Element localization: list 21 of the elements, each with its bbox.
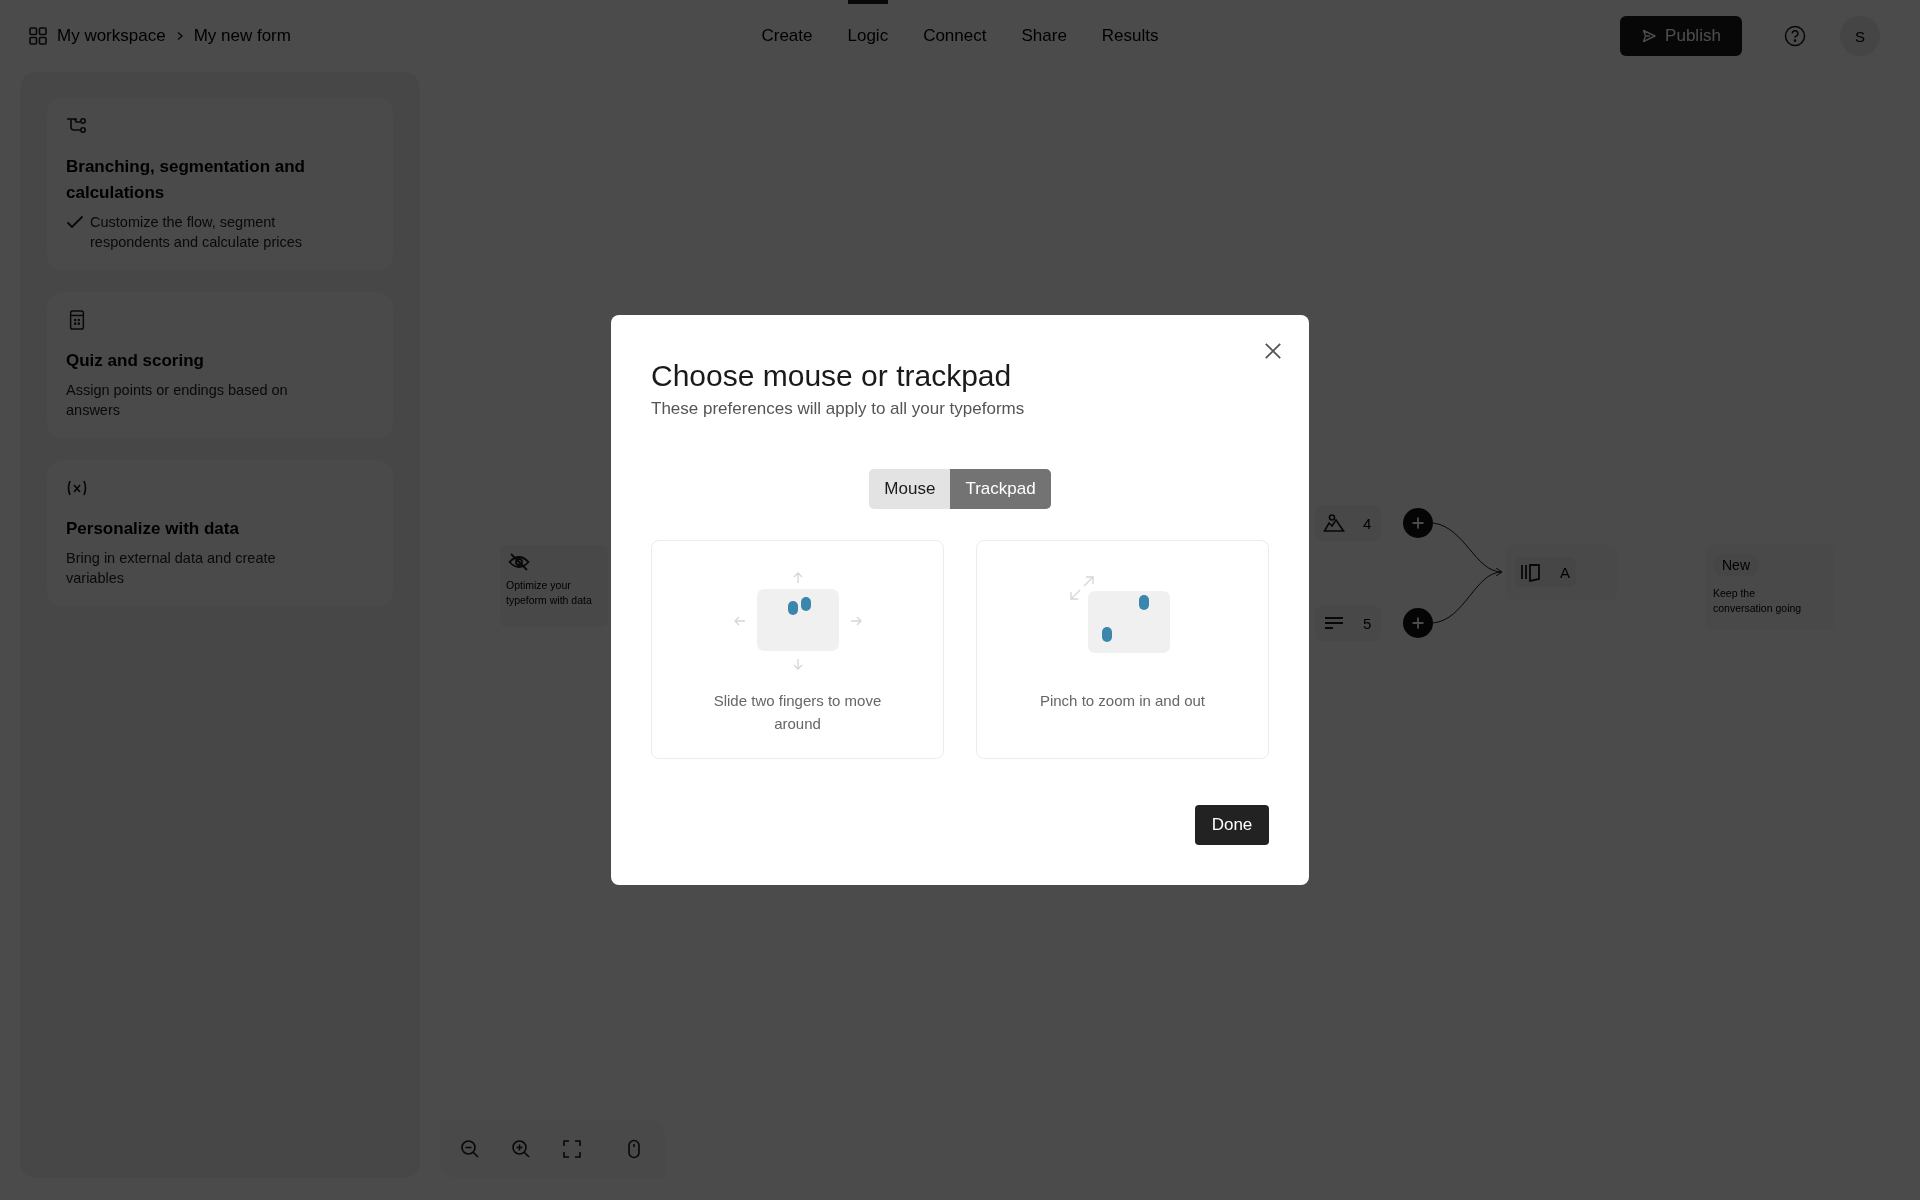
card-title: Branching, segmentation and calculations: [66, 156, 306, 204]
hint-text: Optimize your typeform with data: [506, 578, 593, 608]
breadcrumb-link[interactable]: My workspace: [57, 26, 166, 46]
card-title: Quiz and scoring: [66, 350, 205, 372]
gesture-caption: Slide two fingers to move around: [712, 691, 883, 734]
card-title: Personalize with data: [66, 518, 240, 540]
card-description: Bring in external data and create variables: [66, 549, 277, 588]
segment-option[interactable]: Mouse: [869, 469, 951, 509]
dialog-subtitle: These preferences will apply to all your typeforms: [651, 399, 1026, 419]
ending-text: Keep the conversation going: [1713, 586, 1803, 616]
card-description: Customize the flow, segment respondents and calculate prices: [90, 213, 303, 252]
question-number: 4: [1363, 514, 1372, 532]
question-number: 5: [1363, 614, 1372, 632]
card-description: Assign points or endings based on answers: [66, 381, 289, 420]
breadcrumb-link[interactable]: My new form: [193, 26, 291, 46]
node-label: A: [1560, 563, 1570, 581]
close-icon[interactable]: [1264, 342, 1282, 360]
gesture-caption: Pinch to zoom in and out: [1039, 691, 1206, 711]
done-button[interactable]: Done: [1195, 805, 1269, 845]
segment-option[interactable]: Trackpad: [950, 469, 1051, 509]
dialog-title: Choose mouse or trackpad: [651, 359, 1013, 393]
